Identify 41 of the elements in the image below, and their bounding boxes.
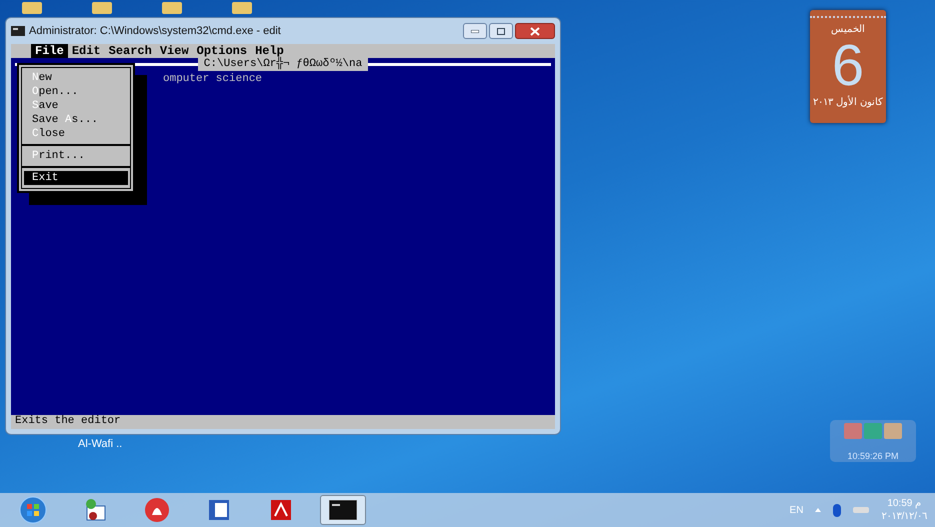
document-icon [207, 498, 231, 522]
status-bar: Exits the editor [11, 415, 555, 429]
minimize-button[interactable] [463, 23, 487, 39]
file-path: C:\Users\Ωr╬¬ ƒθΩωδº½\na [198, 58, 368, 71]
flame-icon [144, 497, 170, 523]
taskbar-button[interactable] [320, 495, 366, 525]
menu-item[interactable]: View [156, 44, 193, 58]
clock-time: 10:59:26 PM [846, 450, 900, 463]
drive-icon[interactable] [853, 507, 870, 513]
month-year: كانون الأول ٢٠١٣ [812, 95, 884, 110]
console-icon [11, 26, 25, 36]
menu-item[interactable]: Help [251, 44, 288, 58]
menu-entry[interactable]: New [24, 71, 128, 85]
folder-icon[interactable] [22, 2, 42, 14]
maximize-button[interactable] [489, 23, 513, 39]
folder-icon[interactable] [162, 2, 182, 14]
menu-entry[interactable]: Save As... [24, 113, 128, 127]
menu-item[interactable]: Options [192, 44, 252, 58]
folder-icon[interactable] [232, 2, 252, 14]
weekday: الخميس [830, 23, 866, 37]
day-number: 6 [830, 37, 864, 95]
console-icon [329, 500, 357, 520]
menu-item[interactable]: Search [104, 44, 156, 58]
menu-entry[interactable]: Exit [24, 171, 128, 185]
maximize-icon [497, 28, 505, 34]
document-text: omputer science [163, 73, 262, 86]
folder-icon[interactable] [92, 2, 112, 14]
book-icon [83, 498, 107, 522]
close-button[interactable] [515, 23, 555, 39]
desktop-icon-label[interactable]: Al-Wafi .. [78, 436, 122, 452]
menu-entry[interactable]: Close [24, 127, 128, 141]
menu-entry[interactable]: Open... [24, 85, 128, 99]
start-orb-icon [19, 496, 47, 524]
close-icon [530, 26, 540, 36]
menu-item[interactable]: File [31, 44, 68, 58]
menu-entry[interactable]: Save [24, 99, 128, 113]
up-arrow-icon[interactable] [815, 508, 822, 512]
minimize-icon [471, 30, 479, 32]
pdf-icon [269, 498, 293, 522]
menu-item[interactable]: Edit [68, 44, 105, 58]
window-title: Administrator: C:\Windows\system32\cmd.exe - edit [29, 24, 281, 39]
